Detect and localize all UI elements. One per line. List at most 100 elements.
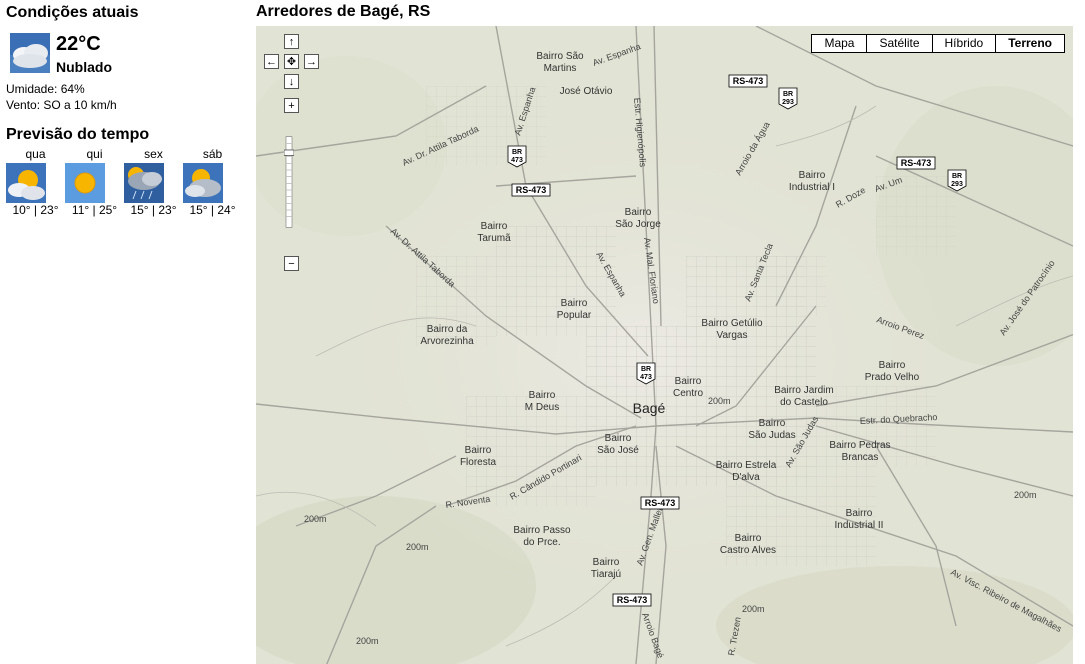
bairro-sao-martins-label-2: Martins (544, 63, 577, 74)
zoom-slider[interactable] (284, 116, 294, 248)
partly-cloudy-icon (6, 163, 46, 203)
map-type-satelite[interactable]: Satélite (866, 34, 933, 53)
bairro-popular-label: Bairro (561, 298, 588, 309)
bairro-passo-prce-label: Bairro Passo (513, 525, 571, 536)
svg-text:RS-473: RS-473 (516, 185, 547, 195)
svg-text:BR293: BR 293 (951, 173, 963, 188)
wind: Vento: SO a 10 km/h (6, 98, 117, 112)
forecast-temps: 15° | 23° (130, 203, 177, 217)
forecast-day: sex 15° | 23° (124, 147, 183, 217)
br473-shield: BR 473 (507, 145, 527, 168)
elevation-label: 200m (1014, 490, 1037, 500)
zoom-out-button[interactable]: − (284, 256, 299, 271)
bairro-passo-prce-label-2: do Prce. (523, 537, 560, 548)
br473-shield: BR 473 (636, 362, 656, 385)
bairro-taruma-label: Bairro (481, 221, 508, 232)
elevation-label: 200m (406, 542, 429, 552)
bairro-m-deus-label: Bairro (529, 390, 556, 401)
rs473-shield: RS-473 (612, 593, 652, 607)
partly-cloudy-icon (183, 163, 223, 203)
bairro-sao-jorge-label-2: São Jorge (615, 219, 661, 230)
bairro-jardim-castelo-label: Bairro Jardim (774, 385, 833, 396)
bairro-taruma-label-2: Tarumã (477, 233, 511, 244)
bairro-estrela-dalva-label-2: D'alva (732, 472, 760, 483)
bairro-tiaraju-label-2: Tiarajú (591, 569, 621, 580)
svg-text:BR473: BR 473 (511, 149, 523, 164)
bairro-floresta-label-2: Floresta (460, 457, 497, 468)
bairro-sao-jose-label: Bairro (605, 433, 632, 444)
bairro-pedras-brancas-label-2: Brancas (842, 452, 879, 463)
svg-text:BR293: BR 293 (782, 91, 794, 106)
bairro-industrial-ii-label-2: Industrial II (835, 520, 884, 531)
weather-panel: Condições atuais 22°C Nublado Umidade: 6… (6, 0, 246, 217)
forecast-temps: 10° | 23° (12, 203, 59, 217)
rs473-shield: RS-473 (511, 183, 551, 197)
forecast-day-label: sáb (202, 147, 223, 161)
map-canvas[interactable]: Bairro São Martins José Otávio Bairro São … (256, 26, 1073, 664)
elevation-label: 200m (742, 604, 765, 614)
forecast-day-label: sex (144, 147, 163, 161)
pan-right-button[interactable]: → (304, 54, 319, 69)
svg-text:RS-473: RS-473 (733, 76, 764, 86)
pan-center-button[interactable]: ✥ (284, 54, 299, 69)
bairro-sao-judas-label: Bairro (759, 418, 786, 429)
svg-text:Bairro daArvorezinha: Bairro da Arvorezinha (420, 324, 474, 347)
map-type-controls: Mapa Satélite Híbrido Terreno (811, 34, 1065, 53)
bairro-sao-jorge-label: Bairro (625, 207, 652, 218)
bairro-prado-velho-label-2: Prado Velho (865, 372, 920, 383)
bairro-industrial-i-label: Bairro (799, 170, 826, 181)
svg-text:BairroTarumã: Bairro Tarumã (477, 221, 511, 244)
map-title: Arredores de Bagé, RS (256, 3, 431, 20)
bairro-prado-velho-label: Bairro (879, 360, 906, 371)
bairro-sao-jose-label-2: São José (597, 445, 639, 456)
svg-text:RS-473: RS-473 (901, 158, 932, 168)
bage-label: Bagé (633, 400, 666, 416)
rs473-shield: RS-473 (896, 156, 936, 170)
bairro-estrela-dalva-label: Bairro Estrela (716, 460, 777, 471)
bairro-centro-label-2: Centro (673, 388, 703, 399)
elevation-label: 200m (708, 396, 731, 406)
elevation-label: 200m (304, 514, 327, 524)
rs473-shield: RS-473 (640, 496, 680, 510)
svg-text:Bairro Jardimdo Castelo: Bairro Jardim do Castelo (774, 385, 833, 408)
current-conditions-title: Condições atuais (6, 4, 139, 21)
bairro-pedras-brancas-label: Bairro Pedras (829, 440, 890, 451)
svg-text:BairroTiarajú: Bairro Tiarajú (591, 557, 621, 580)
pan-up-button[interactable]: ↑ (284, 34, 299, 49)
current-temperature: 22°C (56, 33, 101, 55)
sun-icon (65, 163, 105, 203)
forecast-day: qui 11° | 25° (65, 147, 124, 217)
bairro-arvorezinha-label-2: Arvorezinha (420, 336, 474, 347)
map-type-mapa[interactable]: Mapa (811, 34, 868, 53)
bairro-sao-judas-label-2: São Judas (748, 430, 795, 441)
forecast-day-label: qua (25, 147, 46, 161)
forecast-day: qua 10° | 23° (6, 147, 65, 217)
bairro-jardim-castelo-label-2: do Castelo (780, 397, 828, 408)
forecast-list: qua 10° | 23° qui 11° | 25° sex 15° | 23… (6, 147, 246, 217)
storm-icon (124, 163, 164, 203)
rs473-shield: RS-473 (728, 74, 768, 88)
elevation-label: 200m (356, 636, 379, 646)
map-type-terreno[interactable]: Terreno (995, 34, 1065, 53)
bairro-arvorezinha-label: Bairro da (427, 324, 468, 335)
zoom-slider-handle[interactable] (284, 149, 294, 156)
pan-down-button[interactable]: ↓ (284, 74, 299, 89)
br293-shield: BR 293 (947, 169, 967, 192)
humidity: Umidade: 64% (6, 82, 85, 96)
forecast-temps: 11° | 25° (71, 203, 118, 217)
forecast-day: sáb 15° | 24° (183, 147, 242, 217)
bairro-popular-label-2: Popular (557, 310, 592, 321)
svg-text:BR473: BR 473 (640, 366, 652, 381)
bairro-industrial-i-label-2: Industrial I (789, 182, 835, 193)
pan-left-button[interactable]: ← (264, 54, 279, 69)
svg-text:RS-473: RS-473 (645, 498, 676, 508)
bairro-castro-alves-label: Bairro (735, 533, 762, 544)
jose-otavio-label: José Otávio (560, 86, 613, 97)
zoom-in-button[interactable]: + (284, 98, 299, 113)
svg-text:BairroM Deus: Bairro M Deus (525, 390, 559, 413)
bairro-getulio-vargas-label-2: Vargas (717, 330, 748, 341)
svg-text:BairroPopular: Bairro Popular (557, 298, 592, 321)
map-terrain[interactable]: Bairro São Martins José Otávio Bairro São … (256, 26, 1073, 664)
bairro-industrial-ii-label: Bairro (846, 508, 873, 519)
map-type-hibrido[interactable]: Híbrido (931, 34, 997, 53)
